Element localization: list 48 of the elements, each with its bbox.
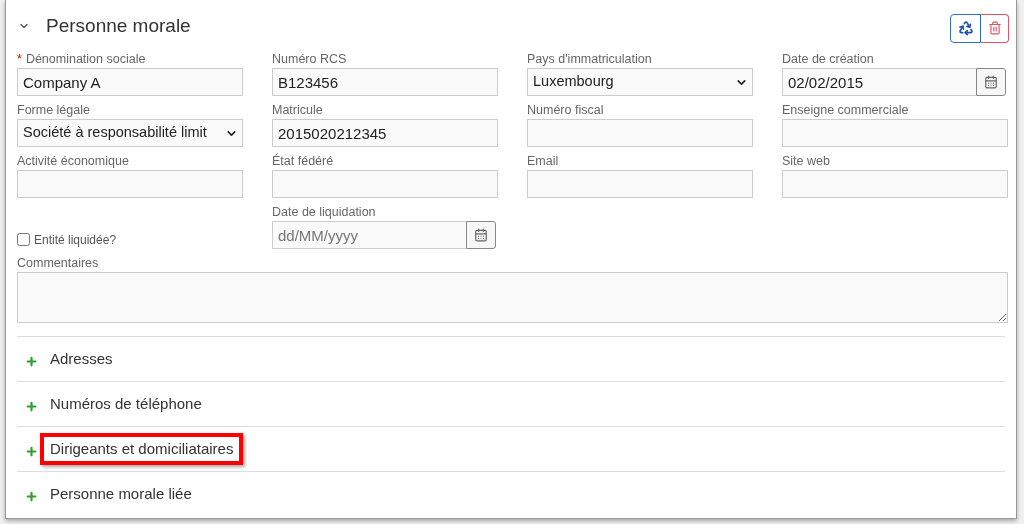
field-label: Site web — [782, 154, 830, 168]
recycle-icon — [957, 20, 974, 36]
field-label: Commentaires — [17, 256, 99, 270]
field-label: Numéro RCS — [272, 52, 347, 66]
calendar-icon — [984, 75, 998, 89]
text-field[interactable]: Company A — [17, 68, 243, 96]
required-marker: * — [17, 52, 22, 66]
expand-toggle[interactable] — [25, 444, 38, 458]
recycle-button[interactable] — [950, 13, 981, 43]
liquidated-checkbox[interactable] — [17, 233, 30, 246]
calendar-button[interactable] — [976, 68, 1006, 96]
text-field[interactable] — [17, 170, 243, 198]
text-field[interactable] — [527, 170, 753, 198]
select-field[interactable]: Luxembourg — [527, 68, 753, 96]
delete-button[interactable] — [981, 13, 1009, 43]
text-field[interactable] — [782, 170, 1008, 198]
comments-field[interactable] — [17, 272, 1008, 323]
text-field[interactable] — [272, 170, 498, 198]
field-label: État fédéré — [272, 154, 334, 168]
date-field[interactable]: dd/MM/yyyy — [272, 221, 466, 249]
trash-icon — [987, 21, 1002, 35]
text-field[interactable]: 2015020212345 — [272, 119, 498, 147]
calendar-icon — [474, 228, 488, 242]
field-label: Pays d'immatriculation — [527, 52, 652, 66]
section-title[interactable]: Dirigeants et domiciliataires — [40, 432, 244, 466]
section-title[interactable]: Personne morale liée — [50, 482, 192, 506]
field-label: Forme légale — [17, 103, 90, 117]
section-title[interactable]: Adresses — [50, 347, 113, 371]
field-label: Numéro fiscal — [527, 103, 604, 117]
date-field[interactable]: 02/02/2015 — [782, 68, 976, 96]
field-label: Date de liquidation — [272, 205, 376, 219]
field-label: Email — [527, 154, 559, 168]
expand-toggle[interactable] — [25, 354, 38, 368]
field-label: Enseigne commerciale — [782, 103, 909, 117]
expand-toggle[interactable] — [25, 399, 38, 413]
field-label: Date de création — [782, 52, 874, 66]
text-field[interactable]: B123456 — [272, 68, 498, 96]
checkbox-label: Entité liquidée? — [34, 231, 117, 249]
section-title[interactable]: Numéros de téléphone — [50, 392, 202, 416]
field-label: Activité économique — [17, 154, 129, 168]
field-label: Matricule — [272, 103, 323, 117]
select-field[interactable]: Société à responsabilité limit — [17, 119, 243, 147]
calendar-button[interactable] — [466, 221, 496, 249]
expand-toggle[interactable] — [25, 489, 38, 503]
text-field[interactable] — [527, 119, 753, 147]
field-label: Dénomination sociale — [25, 52, 146, 66]
text-field[interactable] — [782, 119, 1008, 147]
panel-title: Personne morale — [46, 13, 191, 38]
